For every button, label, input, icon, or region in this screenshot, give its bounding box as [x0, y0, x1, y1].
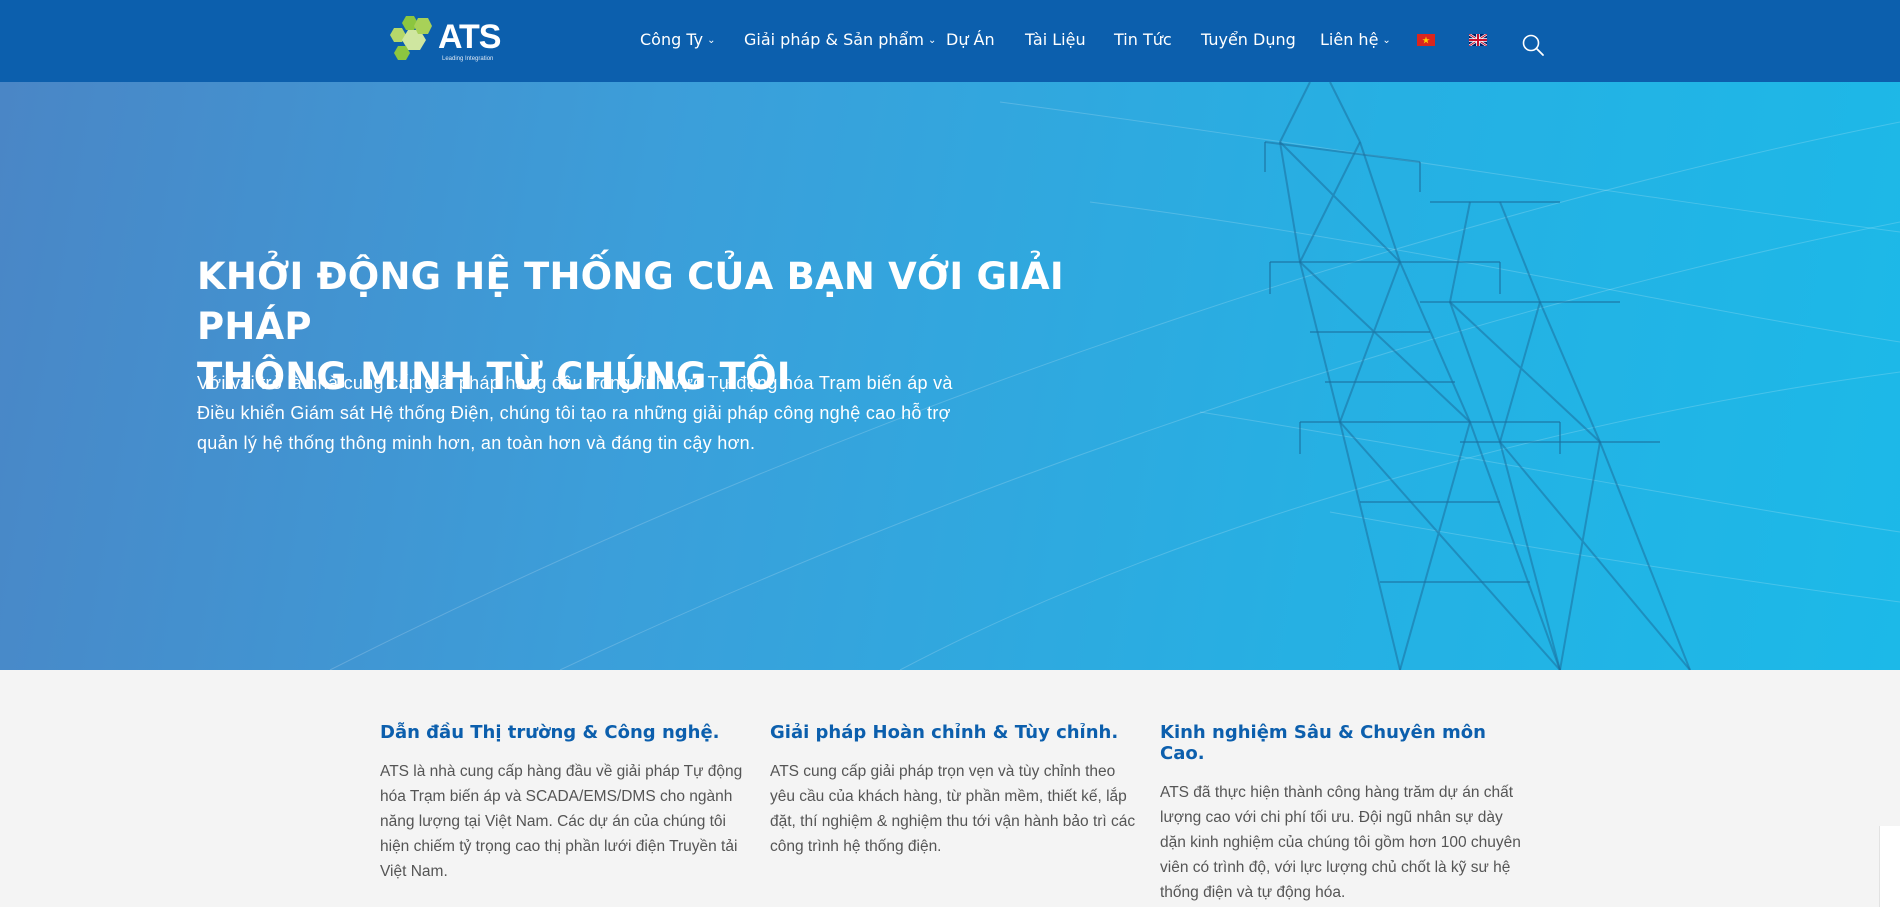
- features-section: Dẫn đầu Thị trường & Công nghệ. ATS là n…: [0, 670, 1900, 907]
- vi-flag-icon[interactable]: [1417, 34, 1435, 46]
- search-icon[interactable]: [1521, 33, 1545, 57]
- hero-banner: KHỞI ĐỘNG HỆ THỐNG CỦA BẠN VỚI GIẢI PHÁP…: [0, 82, 1900, 670]
- nav-label: Tài Liệu: [1025, 30, 1086, 49]
- feature-text: ATS là nhà cung cấp hàng đầu về giải phá…: [380, 763, 743, 880]
- chevron-down-icon: ⌄: [927, 35, 937, 46]
- nav-item-du-an[interactable]: Dự Án: [946, 30, 995, 49]
- feature-title: Dẫn đầu Thị trường & Công nghệ.: [380, 722, 720, 743]
- nav-item-tai-lieu[interactable]: Tài Liệu: [1025, 30, 1086, 49]
- nav-label: Dự Án: [946, 30, 995, 49]
- hero-description: Với vai trò là nhà cung cấp giải pháp hà…: [197, 373, 953, 453]
- feature-complete-solutions: Giải pháp Hoàn chỉnh & Tùy chỉnh. ATS cu…: [770, 722, 1140, 859]
- chevron-down-icon: ⌄: [1382, 35, 1391, 46]
- nav-label: Công Ty: [640, 30, 704, 49]
- nav-label: Liên hệ: [1320, 30, 1379, 49]
- uk-flag-icon[interactable]: [1469, 34, 1487, 46]
- chevron-down-icon: ⌄: [707, 35, 716, 46]
- nav-item-giai-phap-san-pham[interactable]: Giải pháp & Sản phẩm ⌄: [744, 30, 936, 49]
- ats-logo[interactable]: ATS Leading Integration: [390, 16, 501, 66]
- nav-item-tin-tuc[interactable]: Tin Tức: [1114, 30, 1172, 49]
- nav-label: Giải pháp & Sản phẩm: [744, 30, 924, 49]
- logo-tagline: Leading Integration: [442, 56, 494, 62]
- side-scroll-tab[interactable]: [1879, 826, 1900, 907]
- nav-label: Tin Tức: [1114, 30, 1172, 49]
- site-header: ATS Leading Integration Công Ty ⌄ Giải ph…: [0, 0, 1900, 82]
- feature-market-leadership: Dẫn đầu Thị trường & Công nghệ. ATS là n…: [380, 722, 750, 884]
- feature-title: Giải pháp Hoàn chỉnh & Tùy chỉnh.: [770, 722, 1119, 743]
- feature-text: ATS đã thực hiện thành công hàng trăm dự…: [1160, 784, 1521, 901]
- feature-text: ATS cung cấp giải pháp trọn vẹn và tùy c…: [770, 763, 1136, 855]
- nav-label: Tuyển Dụng: [1201, 30, 1296, 49]
- logo-text: ATS: [438, 18, 501, 56]
- hero-title-line-1: KHỞI ĐỘNG HỆ THỐNG CỦA BẠN VỚI GIẢI PHÁP: [197, 255, 1064, 348]
- nav-item-cong-ty[interactable]: Công Ty ⌄: [640, 30, 715, 49]
- feature-title: Kinh nghiệm Sâu & Chuyên môn Cao.: [1160, 722, 1486, 764]
- nav-item-lien-he[interactable]: Liên hệ ⌄: [1320, 30, 1391, 49]
- feature-deep-experience: Kinh nghiệm Sâu & Chuyên môn Cao. ATS đã…: [1160, 722, 1530, 905]
- nav-item-tuyen-dung[interactable]: Tuyển Dụng: [1201, 30, 1296, 49]
